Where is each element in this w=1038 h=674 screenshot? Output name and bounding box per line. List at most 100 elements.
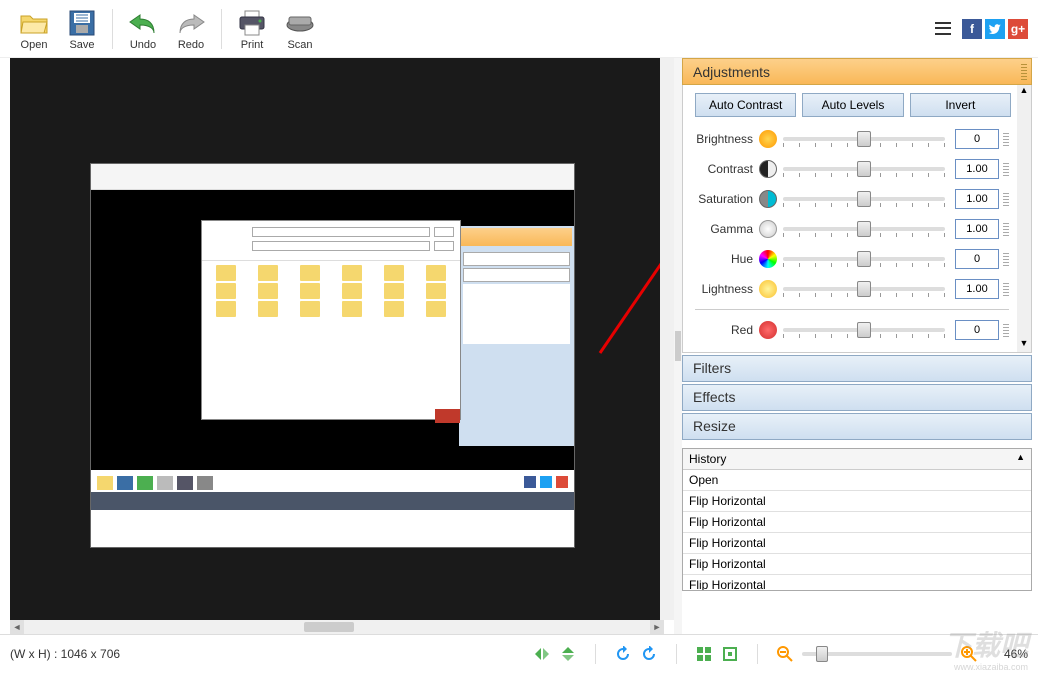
resize-title: Resize [693, 418, 736, 434]
auto-contrast-button[interactable]: Auto Contrast [695, 93, 796, 117]
saturation-slider[interactable] [783, 189, 945, 209]
top-toolbar: Open Save Undo Redo Print Scan f g+ [0, 0, 1038, 58]
adjustments-header[interactable]: Adjustments [682, 58, 1032, 85]
googleplus-icon[interactable]: g+ [1008, 19, 1028, 39]
scroll-thumb[interactable] [304, 622, 354, 632]
red-arrow-annotation [590, 158, 660, 358]
gamma-value[interactable]: 1.00 [955, 219, 999, 239]
printer-icon [236, 7, 268, 39]
flip-vertical-icon[interactable] [559, 645, 577, 663]
hue-slider[interactable] [783, 249, 945, 269]
hue-icon [759, 250, 777, 268]
fit-icon[interactable] [695, 645, 713, 663]
undo-label: Undo [130, 39, 156, 51]
gamma-row: Gamma 1.00 [687, 219, 1027, 239]
undo-button[interactable]: Undo [119, 5, 167, 53]
effects-title: Effects [693, 389, 736, 405]
redo-label: Redo [178, 39, 204, 51]
status-bar: (W x H) : 1046 x 706 46% [0, 634, 1038, 672]
history-item[interactable]: Flip Horizontal [683, 533, 1031, 554]
history-title: History [689, 452, 726, 466]
print-button[interactable]: Print [228, 5, 276, 53]
saturation-icon [759, 190, 777, 208]
red-value[interactable]: 0 [955, 320, 999, 340]
zoom-in-icon[interactable] [960, 645, 978, 663]
actual-size-icon[interactable] [721, 645, 739, 663]
brightness-row: Brightness 0 [687, 129, 1027, 149]
filters-title: Filters [693, 360, 731, 376]
divider [221, 9, 222, 49]
hue-value[interactable]: 0 [955, 249, 999, 269]
right-panel: Adjustments Auto Contrast Auto Levels In… [682, 58, 1038, 634]
gamma-icon [759, 220, 777, 238]
gamma-slider[interactable] [783, 219, 945, 239]
invert-button[interactable]: Invert [910, 93, 1011, 117]
horizontal-scrollbar[interactable]: ◄ ► [10, 620, 664, 634]
scan-label: Scan [287, 39, 312, 51]
splitter[interactable] [674, 58, 682, 634]
history-item[interactable]: Flip Horizontal [683, 554, 1031, 575]
brightness-label: Brightness [687, 132, 759, 146]
scroll-left-icon[interactable]: ◄ [10, 620, 24, 634]
lightness-slider[interactable] [783, 279, 945, 299]
zoom-out-icon[interactable] [776, 645, 794, 663]
saturation-row: Saturation 1.00 [687, 189, 1027, 209]
panel-scrollbar[interactable]: ▲ ▼ [1017, 85, 1031, 352]
canvas-area: ◄ ► [0, 58, 674, 634]
scroll-right-icon[interactable]: ► [650, 620, 664, 634]
canvas[interactable] [10, 58, 660, 620]
twitter-icon[interactable] [985, 19, 1005, 39]
save-button[interactable]: Save [58, 5, 106, 53]
filters-header[interactable]: Filters [682, 355, 1032, 382]
rotate-left-icon[interactable] [614, 645, 632, 663]
saturation-value[interactable]: 1.00 [955, 189, 999, 209]
flip-horizontal-icon[interactable] [533, 645, 551, 663]
lightness-label: Lightness [687, 282, 759, 296]
history-item[interactable]: Flip Horizontal [683, 575, 1031, 590]
redo-icon [175, 7, 207, 39]
red-slider[interactable] [783, 320, 945, 340]
history-item[interactable]: Flip Horizontal [683, 491, 1031, 512]
saturation-label: Saturation [687, 192, 759, 206]
social-icons: f g+ [935, 19, 1028, 39]
dimensions-label: (W x H) : 1046 x 706 [10, 647, 120, 661]
divider [112, 9, 113, 49]
effects-header[interactable]: Effects [682, 384, 1032, 411]
lightness-row: Lightness 1.00 [687, 279, 1027, 299]
lightness-value[interactable]: 1.00 [955, 279, 999, 299]
history-header: History ▲ [683, 449, 1031, 470]
save-label: Save [69, 39, 94, 51]
scan-button[interactable]: Scan [276, 5, 324, 53]
contrast-row: Contrast 1.00 [687, 159, 1027, 179]
contrast-value[interactable]: 1.00 [955, 159, 999, 179]
red-icon [759, 321, 777, 339]
zoom-percent: 46% [1004, 647, 1028, 661]
scroll-up-icon[interactable]: ▲ [1017, 85, 1031, 99]
history-item[interactable]: Flip Horizontal [683, 512, 1031, 533]
contrast-slider[interactable] [783, 159, 945, 179]
open-button[interactable]: Open [10, 5, 58, 53]
history-item[interactable]: Open [683, 470, 1031, 491]
brightness-slider[interactable] [783, 129, 945, 149]
red-row: Red 0 [687, 320, 1027, 340]
list-icon[interactable] [935, 21, 951, 37]
bulb-icon [759, 280, 777, 298]
open-label: Open [21, 39, 48, 51]
hue-label: Hue [687, 252, 759, 266]
nested-image [90, 163, 575, 548]
rotate-right-icon[interactable] [640, 645, 658, 663]
print-label: Print [241, 39, 264, 51]
adjustments-body: Auto Contrast Auto Levels Invert Brightn… [682, 85, 1032, 353]
vertical-scrollbar[interactable] [660, 58, 674, 620]
resize-header[interactable]: Resize [682, 413, 1032, 440]
history-list: Open Flip Horizontal Flip Horizontal Fli… [683, 470, 1031, 590]
contrast-label: Contrast [687, 162, 759, 176]
facebook-icon[interactable]: f [962, 19, 982, 39]
brightness-value[interactable]: 0 [955, 129, 999, 149]
red-label: Red [687, 323, 759, 337]
scroll-up-icon[interactable]: ▲ [1016, 452, 1025, 466]
scroll-down-icon[interactable]: ▼ [1017, 338, 1031, 352]
zoom-slider[interactable] [802, 652, 952, 656]
redo-button[interactable]: Redo [167, 5, 215, 53]
auto-levels-button[interactable]: Auto Levels [802, 93, 903, 117]
